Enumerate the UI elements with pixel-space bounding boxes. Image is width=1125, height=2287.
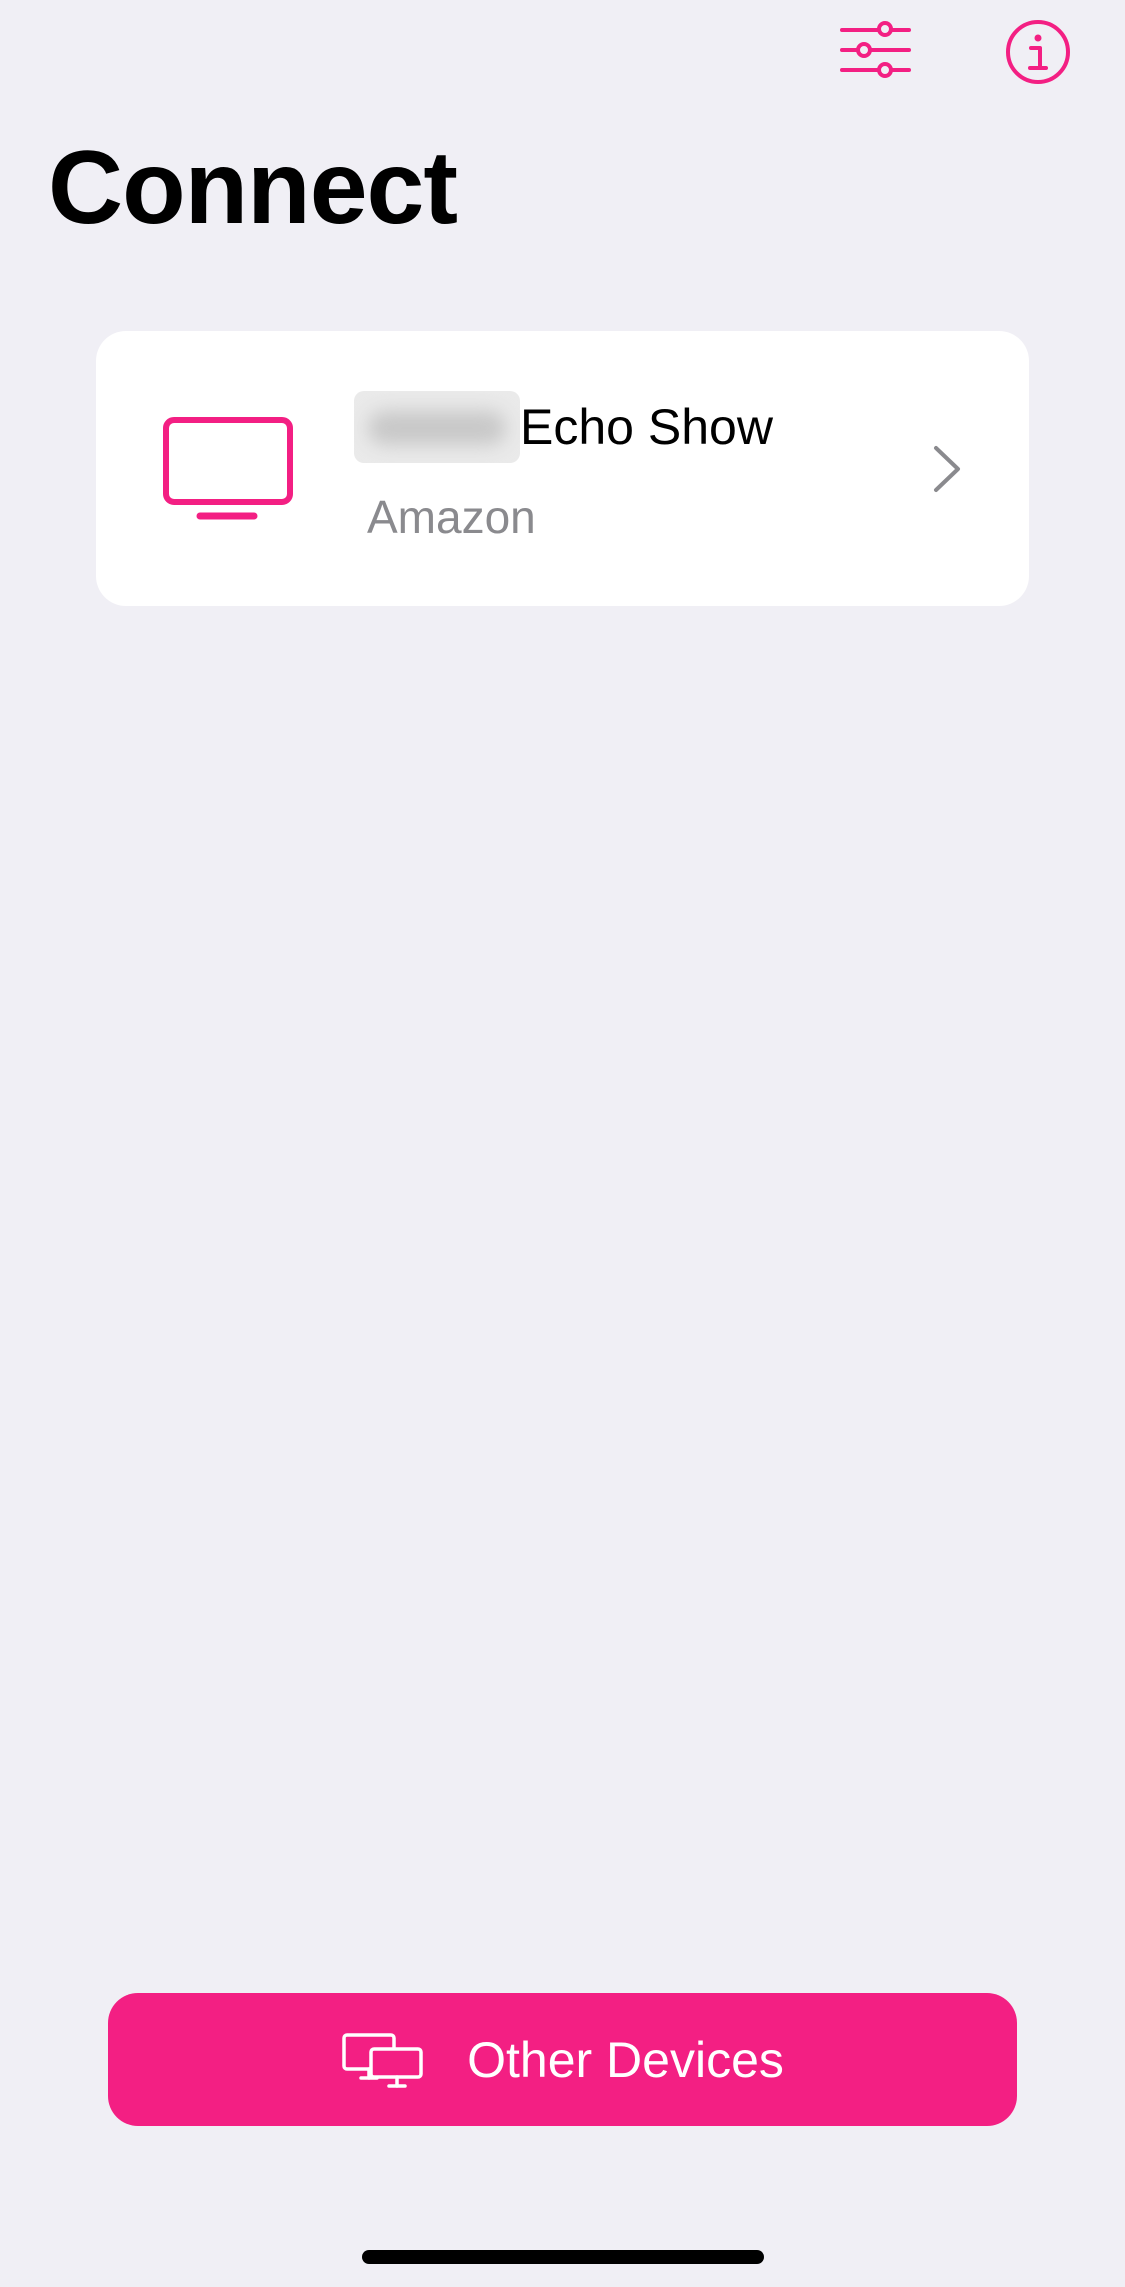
sliders-icon[interactable] [838,20,913,80]
device-name-row: Echo Show [354,389,773,465]
home-indicator[interactable] [362,2250,764,2264]
devices-icon [342,2032,423,2088]
device-name: Echo Show [520,399,773,455]
info-icon[interactable] [1004,18,1072,86]
chevron-right-icon [934,446,960,492]
device-brand: Amazon [367,491,536,543]
other-devices-button[interactable]: Other Devices [108,1993,1017,2126]
tv-icon [163,417,293,520]
redacted-device-prefix [354,391,520,463]
page-title: Connect [48,130,458,246]
device-card-echo-show[interactable]: Echo Show Amazon [96,331,1029,606]
other-devices-label: Other Devices [467,2031,784,2088]
